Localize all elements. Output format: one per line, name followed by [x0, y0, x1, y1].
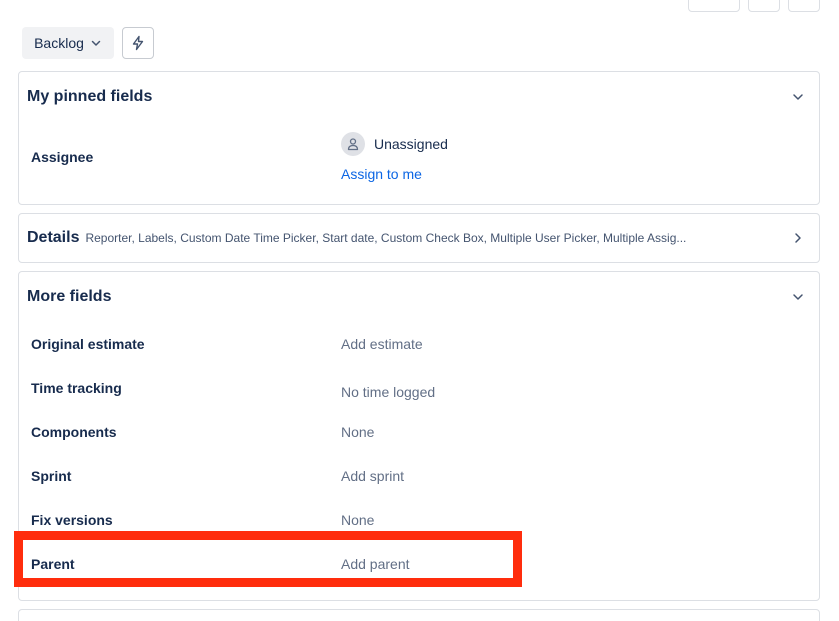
- details-title: Details: [27, 229, 80, 246]
- details-header[interactable]: Details Reporter, Labels, Custom Date Ti…: [27, 214, 819, 262]
- assignee-value[interactable]: Unassigned: [374, 136, 448, 152]
- share-button[interactable]: [748, 0, 780, 12]
- sprint-label: Sprint: [31, 468, 72, 484]
- chevron-down-icon: [91, 40, 101, 46]
- avatar: [341, 132, 365, 156]
- fix-versions-label: Fix versions: [31, 512, 113, 528]
- assign-to-me-link[interactable]: Assign to me: [341, 166, 422, 182]
- lightning-bolt-icon: [132, 35, 144, 51]
- original-estimate-label: Original estimate: [31, 336, 145, 352]
- details-panel[interactable]: Details Reporter, Labels, Custom Date Ti…: [18, 213, 820, 263]
- parent-label: Parent: [31, 556, 75, 572]
- time-tracking-label: Time tracking: [31, 380, 122, 396]
- more-fields-header[interactable]: More fields: [27, 272, 819, 322]
- more-fields-panel: More fields Original estimate Add estima…: [18, 271, 820, 601]
- components-label: Components: [31, 424, 117, 440]
- pinned-fields-header[interactable]: My pinned fields: [27, 72, 819, 122]
- time-tracking-value[interactable]: No time logged: [341, 384, 435, 400]
- user-icon: [347, 138, 359, 151]
- pinned-fields-title: My pinned fields: [27, 88, 153, 105]
- details-summary: Reporter, Labels, Custom Date Time Picke…: [85, 231, 687, 245]
- chevron-right-icon: [795, 233, 801, 243]
- assignee-label: Assignee: [31, 149, 94, 165]
- parent-value[interactable]: Add parent: [341, 556, 410, 572]
- more-fields-title: More fields: [27, 288, 112, 305]
- fix-versions-value[interactable]: None: [341, 512, 374, 528]
- automation-button[interactable]: [122, 27, 154, 59]
- status-dropdown-button[interactable]: Backlog: [22, 27, 114, 59]
- original-estimate-value[interactable]: Add estimate: [341, 336, 423, 352]
- status-label: Backlog: [34, 35, 84, 51]
- more-actions-button[interactable]: [788, 0, 820, 12]
- next-panel: [18, 609, 820, 621]
- components-value[interactable]: None: [341, 424, 374, 440]
- chevron-down-icon: [793, 94, 803, 100]
- pinned-fields-panel: My pinned fields Assignee Unassigned Ass…: [18, 71, 820, 205]
- watch-button[interactable]: [688, 0, 740, 12]
- chevron-down-icon: [793, 294, 803, 300]
- sprint-value[interactable]: Add sprint: [341, 468, 404, 484]
